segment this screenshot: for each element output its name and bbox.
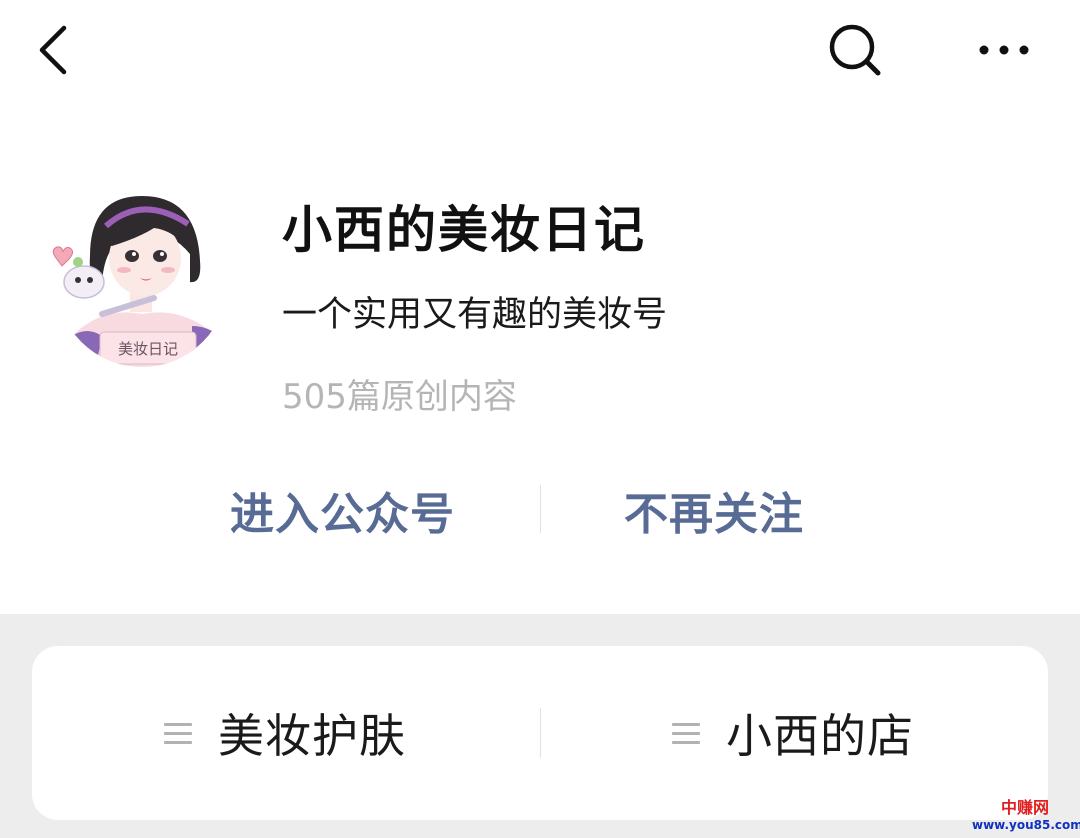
menu-item-label: 小西的店: [726, 709, 914, 763]
account-description: 一个实用又有趣的美妆号: [282, 295, 668, 335]
original-content-count: 505篇原创内容: [282, 377, 517, 417]
enter-account-button[interactable]: 进入公众号: [230, 478, 455, 542]
menu-item-xiaoxi-shop[interactable]: 小西的店: [672, 646, 914, 820]
back-chevron-icon: [39, 25, 67, 75]
unfollow-button[interactable]: 不再关注: [624, 478, 804, 542]
search-icon: [829, 24, 881, 76]
action-divider: [540, 485, 541, 533]
more-button[interactable]: [972, 20, 1036, 80]
watermark-text: 中赚网: [1000, 798, 1049, 817]
menu-item-beauty-skincare[interactable]: 美妆护肤: [164, 646, 406, 820]
bottom-menu: 美妆护肤 小西的店: [32, 646, 1048, 820]
more-dots-icon: [979, 45, 1029, 55]
menu-item-label: 美妆护肤: [218, 709, 406, 763]
search-button[interactable]: [822, 20, 886, 80]
avatar[interactable]: 美妆日记: [42, 186, 228, 376]
watermark-url: www.you85.com: [972, 818, 1080, 832]
menu-list-icon: [164, 721, 192, 745]
menu-divider: [540, 708, 541, 758]
avatar-card-text: 美妆日记: [118, 340, 178, 358]
menu-list-icon: [672, 721, 700, 745]
back-button[interactable]: [30, 20, 80, 80]
avatar-illustration: 美妆日记: [52, 195, 228, 367]
account-name: 小西的美妆日记: [282, 201, 646, 259]
profile-header: 美妆日记 小西的美妆日记 一个实用又有趣的美妆号 505篇原创内容 进入公众号 …: [0, 0, 1080, 614]
watermark: 中赚网 www.you85.com: [972, 798, 1080, 832]
